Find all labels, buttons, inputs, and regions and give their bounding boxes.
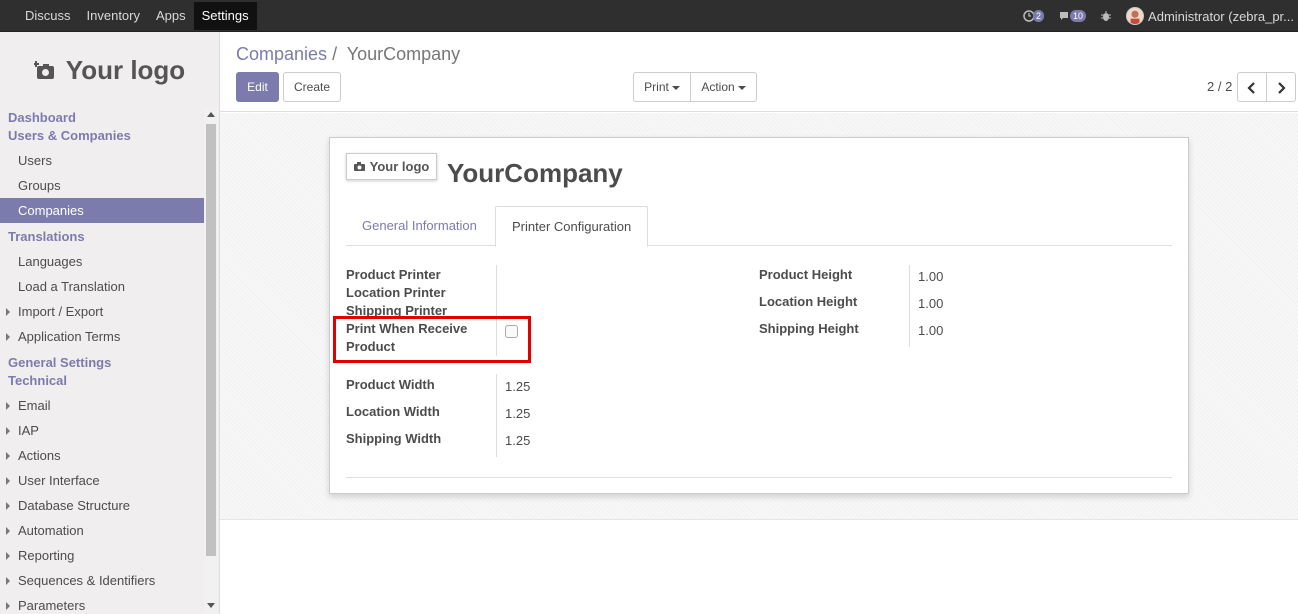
menu-import-export[interactable]: Import / Export <box>0 299 204 324</box>
chevron-left-icon <box>1247 82 1255 94</box>
breadcrumb-separator: / <box>332 44 338 64</box>
scroll-up-icon[interactable] <box>207 112 215 117</box>
company-logo-field[interactable]: Your logo <box>346 153 437 180</box>
messaging-menu[interactable]: 10 <box>1051 0 1093 32</box>
debug-menu[interactable] <box>1093 0 1119 32</box>
menu-translations[interactable]: Translations <box>0 228 204 246</box>
app-menu: Discuss Inventory Apps Settings <box>0 0 257 32</box>
location-height-label: Location Height <box>759 294 858 309</box>
menu-sequences[interactable]: Sequences & Identifiers <box>0 568 204 593</box>
menu-general-settings[interactable]: General Settings <box>0 354 204 372</box>
print-label: Print <box>644 80 669 94</box>
sheet-logo-label: Your logo <box>369 159 430 174</box>
field-divider <box>496 374 497 457</box>
pager-previous-button[interactable] <box>1237 72 1267 102</box>
menu-languages[interactable]: Languages <box>0 249 204 274</box>
menu-groups[interactable]: Groups <box>0 173 204 198</box>
systray: 2 10 Administrator (zebra_pr... <box>1016 0 1298 32</box>
menu-user-interface[interactable]: User Interface <box>0 468 204 493</box>
sidebar: Your logo Dashboard Users & Companies Us… <box>0 32 220 614</box>
logo-label: Your logo <box>65 54 186 85</box>
control-panel: Companies / YourCompany Edit Create Prin… <box>220 32 1298 112</box>
camera-plus-icon <box>33 61 54 79</box>
company-logo[interactable]: Your logo <box>0 32 219 108</box>
menu-companies[interactable]: Companies <box>0 198 204 223</box>
product-width-value[interactable]: 1.25 <box>505 379 530 394</box>
menu-load-translation[interactable]: Load a Translation <box>0 274 204 299</box>
menu-reporting[interactable]: Reporting <box>0 543 204 568</box>
highlight-box <box>333 316 531 363</box>
pager-next-button[interactable] <box>1266 72 1296 102</box>
shipping-height-value[interactable]: 1.00 <box>918 323 943 338</box>
menu-users-companies[interactable]: Users & Companies <box>0 127 204 145</box>
menu-actions[interactable]: Actions <box>0 443 204 468</box>
settings-menu: Dashboard Users & Companies Users Groups… <box>0 108 204 614</box>
menu-technical[interactable]: Technical <box>0 372 204 390</box>
menu-iap[interactable]: IAP <box>0 418 204 443</box>
chevron-right-icon <box>1278 82 1286 94</box>
menu-application-terms[interactable]: Application Terms <box>0 324 204 349</box>
activity-badge: 2 <box>1033 10 1045 22</box>
product-width-label: Product Width <box>346 377 435 392</box>
menu-users[interactable]: Users <box>0 148 204 173</box>
menu-database-structure[interactable]: Database Structure <box>0 493 204 518</box>
app-settings[interactable]: Settings <box>193 2 257 30</box>
location-printer-label: Location Printer <box>346 285 446 300</box>
caret-down-icon <box>671 85 680 90</box>
breadcrumb-current: YourCompany <box>346 44 461 64</box>
location-width-value[interactable]: 1.25 <box>505 406 530 421</box>
menu-automation[interactable]: Automation <box>0 518 204 543</box>
caret-down-icon <box>737 85 746 90</box>
scroll-down-icon[interactable] <box>207 603 215 608</box>
scroll-thumb[interactable] <box>206 124 216 556</box>
print-dropdown[interactable]: Print <box>633 72 691 102</box>
product-printer-label: Product Printer <box>346 267 441 282</box>
breadcrumb: Companies / YourCompany <box>236 44 460 65</box>
camera-icon <box>353 162 365 171</box>
menu-dashboard[interactable]: Dashboard <box>0 109 204 127</box>
menu-parameters[interactable]: Parameters <box>0 593 204 614</box>
app-inventory[interactable]: Inventory <box>79 0 148 32</box>
messages-badge: 10 <box>1070 10 1087 22</box>
product-height-label: Product Height <box>759 267 853 282</box>
tab-printer-configuration[interactable]: Printer Configuration <box>495 206 649 247</box>
field-divider <box>909 265 910 347</box>
location-width-label: Location Width <box>346 404 440 419</box>
avatar <box>1126 7 1145 25</box>
edit-button[interactable]: Edit <box>236 72 279 102</box>
location-height-value[interactable]: 1.00 <box>918 296 943 311</box>
app-apps[interactable]: Apps <box>148 0 194 32</box>
breadcrumb-companies[interactable]: Companies <box>236 44 327 64</box>
main-navbar: Discuss Inventory Apps Settings 2 10 Adm… <box>0 0 1298 32</box>
activity-menu[interactable]: 2 <box>1016 0 1051 32</box>
pager-value[interactable]: 2 / 2 <box>1207 79 1232 94</box>
user-menu[interactable]: Administrator (zebra_pr... <box>1119 0 1298 32</box>
shipping-width-label: Shipping Width <box>346 431 442 446</box>
tab-general-information[interactable]: General Information <box>346 206 493 246</box>
action-dropdown[interactable]: Action <box>690 72 757 102</box>
action-label: Action <box>701 80 735 94</box>
shipping-height-label: Shipping Height <box>759 321 859 336</box>
product-height-value[interactable]: 1.00 <box>918 269 943 284</box>
user-name: Administrator (zebra_pr... <box>1148 8 1294 24</box>
sheet-separator <box>346 477 1172 478</box>
notebook-tabs: General Information Printer Configuratio… <box>346 206 1172 247</box>
app-discuss[interactable]: Discuss <box>0 0 79 32</box>
menu-email[interactable]: Email <box>0 393 204 418</box>
shipping-width-value[interactable]: 1.25 <box>505 433 530 448</box>
bug-icon <box>1101 11 1112 21</box>
create-button[interactable]: Create <box>283 72 341 102</box>
sidebar-scrollbar[interactable] <box>204 108 218 614</box>
company-name: YourCompany <box>447 158 623 188</box>
